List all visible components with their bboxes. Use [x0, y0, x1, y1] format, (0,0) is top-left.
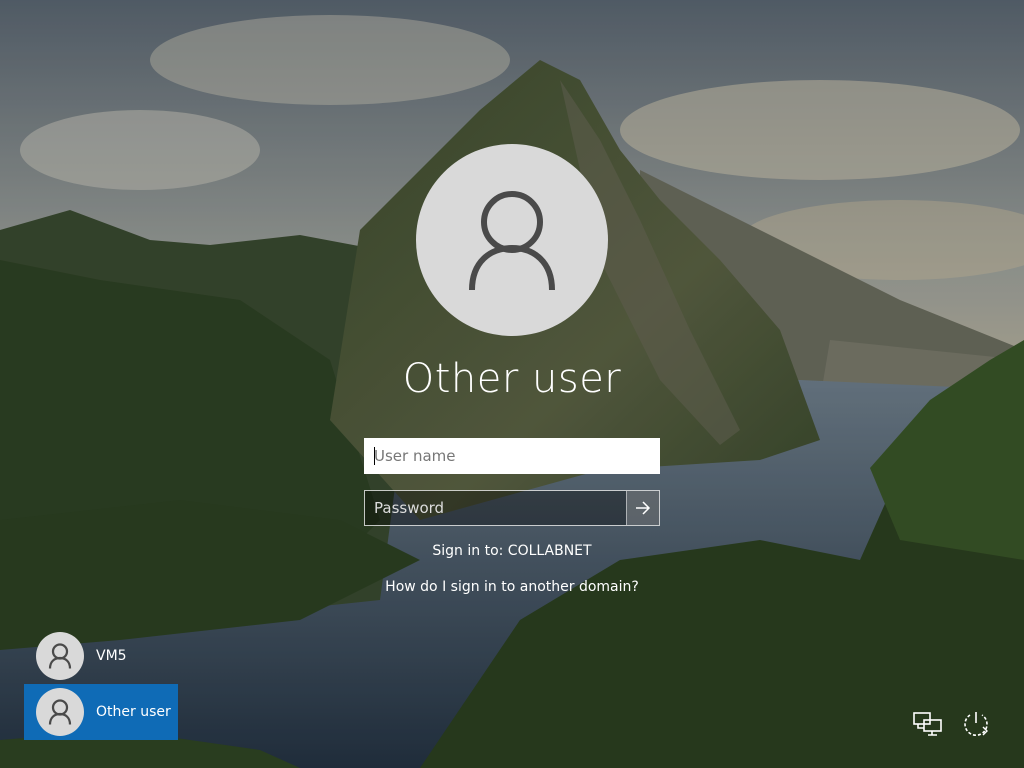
user-avatar-small [36, 632, 84, 680]
user-silhouette-icon [469, 191, 555, 291]
user-tile-label: Other user [96, 704, 171, 720]
password-field-group [364, 490, 660, 526]
network-button[interactable] [910, 706, 946, 742]
power-button[interactable] [958, 706, 994, 742]
other-domain-link[interactable]: How do I sign in to another domain? [312, 579, 712, 595]
password-input[interactable] [365, 491, 626, 525]
username-input[interactable] [364, 438, 660, 474]
sign-in-domain-text: Sign in to: COLLABNET [432, 543, 592, 559]
user-tile-other-user[interactable]: Other user [24, 684, 178, 740]
user-silhouette-icon [48, 643, 72, 669]
user-avatar-large [416, 144, 608, 336]
submit-arrow-button[interactable] [626, 491, 659, 525]
user-tile-vm5[interactable]: VM5 [24, 628, 178, 684]
user-tile-label: VM5 [96, 648, 127, 664]
arrow-right-icon [636, 501, 651, 515]
user-avatar-small [36, 688, 84, 736]
power-icon [964, 712, 988, 736]
user-silhouette-icon [48, 699, 72, 725]
network-icon [913, 712, 942, 736]
selected-user-title: Other user [402, 356, 622, 402]
text-caret [374, 447, 375, 465]
